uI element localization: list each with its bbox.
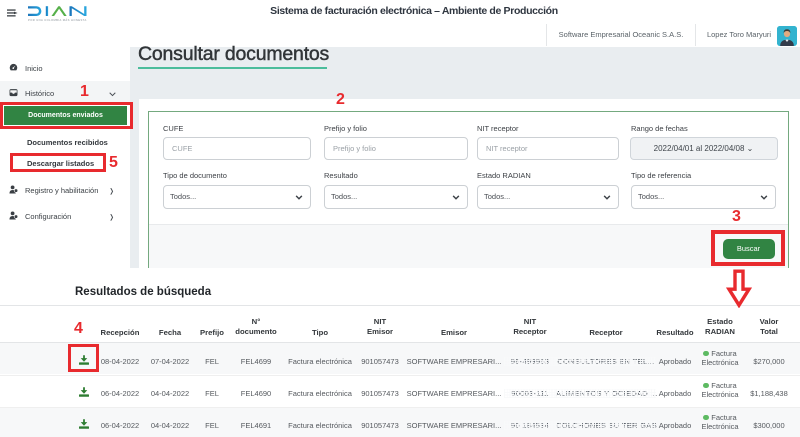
svg-text:POR UNA COLOMBIA MÁS HONESTA: POR UNA COLOMBIA MÁS HONESTA — [28, 18, 87, 22]
